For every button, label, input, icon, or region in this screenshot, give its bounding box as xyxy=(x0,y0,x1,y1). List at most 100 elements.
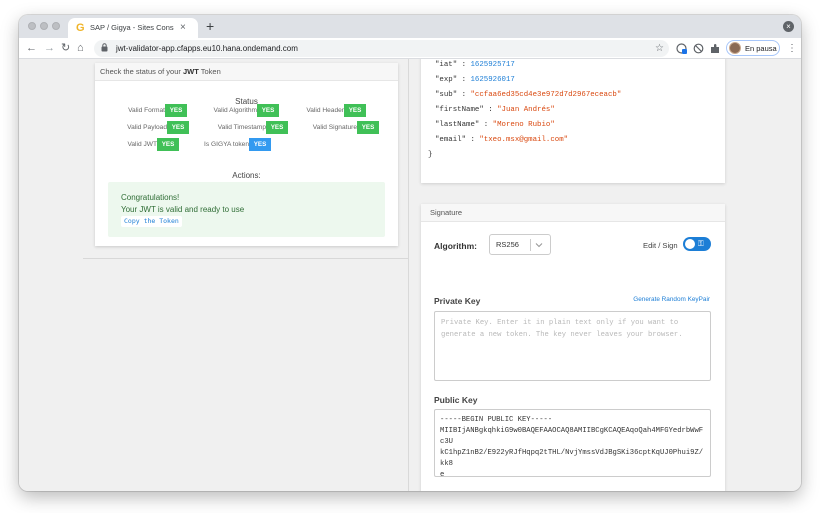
bookmark-star-icon[interactable]: ☆ xyxy=(655,41,664,56)
json-value: "ccfaa6ed35cd4e3e972d7d2967eceacb" xyxy=(470,91,622,99)
reload-icon[interactable]: ↻ xyxy=(61,40,70,56)
back-icon[interactable]: ← xyxy=(26,40,37,56)
puzzle-extensions-icon[interactable] xyxy=(710,43,721,54)
signature-header: Signature xyxy=(421,204,725,222)
json-sep: : xyxy=(466,136,480,144)
json-line: "sub" : "ccfaa6ed35cd4e3e972d7d2967eceac… xyxy=(435,90,621,101)
status-header-bold: JWT xyxy=(182,67,199,76)
check-label: Valid Signature xyxy=(312,124,357,131)
check-valid-jwt: Valid JWT YES xyxy=(117,138,179,151)
json-value: "txeo.msx@gmail.com" xyxy=(479,136,569,144)
json-key: "email" xyxy=(435,136,467,144)
check-valid-signature: Valid Signature YES xyxy=(298,121,379,134)
json-sep: : xyxy=(479,121,493,129)
json-value: 1625925717 xyxy=(470,61,515,69)
json-sep: : xyxy=(483,106,498,114)
status-badge: YES xyxy=(165,104,187,117)
json-line: "firstName" : "Juan Andrés" xyxy=(435,105,555,116)
check-label: Valid Payload xyxy=(127,124,167,131)
new-tab-button[interactable]: + xyxy=(206,17,214,35)
column-divider xyxy=(408,59,409,491)
public-key-label: Public Key xyxy=(434,395,478,405)
json-key: "iat" xyxy=(435,61,458,69)
algorithm-value: RS256 xyxy=(496,240,519,249)
check-valid-algorithm: Valid Algorithm YES xyxy=(195,104,279,117)
token-status-card: Check the status of your JWT Token Statu… xyxy=(95,63,398,246)
address-bar[interactable]: jwt-validator-app.cfapps.eu10.hana.ondem… xyxy=(94,40,669,57)
json-sep: : xyxy=(457,76,471,84)
check-valid-timestamp: Valid Timestamp YES xyxy=(201,121,288,134)
private-key-textarea[interactable]: Private Key. Enter it in plain text only… xyxy=(434,311,711,381)
forward-icon[interactable]: → xyxy=(44,40,55,56)
check-valid-format: Valid Format YES xyxy=(108,104,187,117)
check-label: Valid JWT xyxy=(127,141,157,148)
gigya-favicon-icon: G xyxy=(76,22,85,34)
url-text: jwt-validator-app.cfapps.eu10.hana.ondem… xyxy=(116,44,298,53)
json-line: "lastName" : "Moreno Rubio" xyxy=(435,120,555,131)
check-label: Valid Format xyxy=(128,107,165,114)
profile-status-label: En pausa xyxy=(745,44,777,53)
json-key: "sub" xyxy=(435,91,458,99)
json-line: "exp" : 1625926017 xyxy=(435,75,515,86)
avatar xyxy=(729,42,741,54)
json-line: "email" : "txeo.msx@gmail.com" xyxy=(435,135,568,146)
json-value: "Moreno Rubio" xyxy=(492,121,555,129)
browser-window: G SAP / Gigya - Sites Console To × + × ←… xyxy=(19,15,801,491)
copy-token-button[interactable]: Copy the Token xyxy=(121,216,182,227)
public-key-textarea[interactable]: -----BEGIN PUBLIC KEY----- MIIBIjANBgkqh… xyxy=(434,409,711,477)
json-line: "iat" : 1625925717 xyxy=(435,60,515,71)
check-is-gigya-token: Is GIGYA token YES xyxy=(195,138,271,151)
json-value: 1625926017 xyxy=(470,76,515,84)
left-divider-line xyxy=(83,258,408,259)
decoded-payload-card: "iat" : 1625925717 "exp" : 1625926017 "s… xyxy=(421,59,725,183)
congrats-heading: Congratulations! xyxy=(121,193,180,202)
private-key-label: Private Key xyxy=(434,296,481,306)
chevron-down-icon xyxy=(535,243,543,248)
toggle-knob xyxy=(685,239,695,249)
browser-toolbar: ← → ↻ ⌂ jwt-validator-app.cfapps.eu10.ha… xyxy=(19,38,801,59)
home-icon[interactable]: ⌂ xyxy=(77,40,84,56)
extension-badge-icon[interactable] xyxy=(676,43,687,54)
check-label: Is GIGYA token xyxy=(204,141,249,148)
json-value: "Juan Andrés" xyxy=(497,106,555,114)
status-card-header: Check the status of your JWT Token xyxy=(95,63,398,81)
edit-sign-toggle[interactable]: ⚿ xyxy=(683,237,711,251)
window-close-icon[interactable]: × xyxy=(783,21,794,32)
status-header-prefix: Check the status of your xyxy=(100,67,183,76)
browser-menu-icon[interactable]: ⋮ xyxy=(787,41,797,56)
algorithm-label: Algorithm: xyxy=(434,241,477,251)
algorithm-select[interactable]: RS256 xyxy=(489,234,551,255)
close-tab-icon[interactable]: × xyxy=(180,21,186,34)
json-closing-brace: } xyxy=(428,151,433,159)
congrats-message: Your JWT is valid and ready to use xyxy=(121,205,245,214)
minimize-window-dot[interactable] xyxy=(40,22,48,30)
close-window-dot[interactable] xyxy=(28,22,36,30)
check-label: Valid Timestamp xyxy=(217,124,266,131)
lock-icon xyxy=(101,43,108,52)
generate-keypair-link[interactable]: Generate Random KeyPair xyxy=(633,295,710,305)
signature-card: Signature Algorithm: RS256 Edit / Sign ⚿… xyxy=(421,204,725,491)
status-header-suffix: Token xyxy=(198,67,221,76)
json-sep: : xyxy=(457,91,471,99)
check-valid-header: Valid Header YES xyxy=(291,104,366,117)
page-content: Check the status of your JWT Token Statu… xyxy=(19,59,801,491)
check-valid-payload: Valid Payload YES xyxy=(115,121,189,134)
json-key: "exp" xyxy=(435,76,458,84)
actions-title: Actions: xyxy=(232,171,261,180)
browser-tab[interactable]: G SAP / Gigya - Sites Console To × xyxy=(68,18,198,38)
block-extension-icon[interactable] xyxy=(693,43,704,54)
tab-title: SAP / Gigya - Sites Console To xyxy=(90,23,174,32)
status-badge: YES xyxy=(344,104,366,117)
json-sep: : xyxy=(457,61,471,69)
check-label: Valid Header xyxy=(306,107,344,114)
check-label: Valid Algorithm xyxy=(213,107,258,114)
tab-strip: G SAP / Gigya - Sites Console To × + × xyxy=(19,15,801,38)
profile-paused-button[interactable]: En pausa xyxy=(726,40,780,56)
maximize-window-dot[interactable] xyxy=(52,22,60,30)
status-badge: YES xyxy=(266,121,288,134)
json-key: "firstName" xyxy=(435,106,484,114)
status-badge: YES xyxy=(257,104,279,117)
status-badge: YES xyxy=(167,121,189,134)
select-separator xyxy=(530,239,531,251)
json-key: "lastName" xyxy=(435,121,480,129)
